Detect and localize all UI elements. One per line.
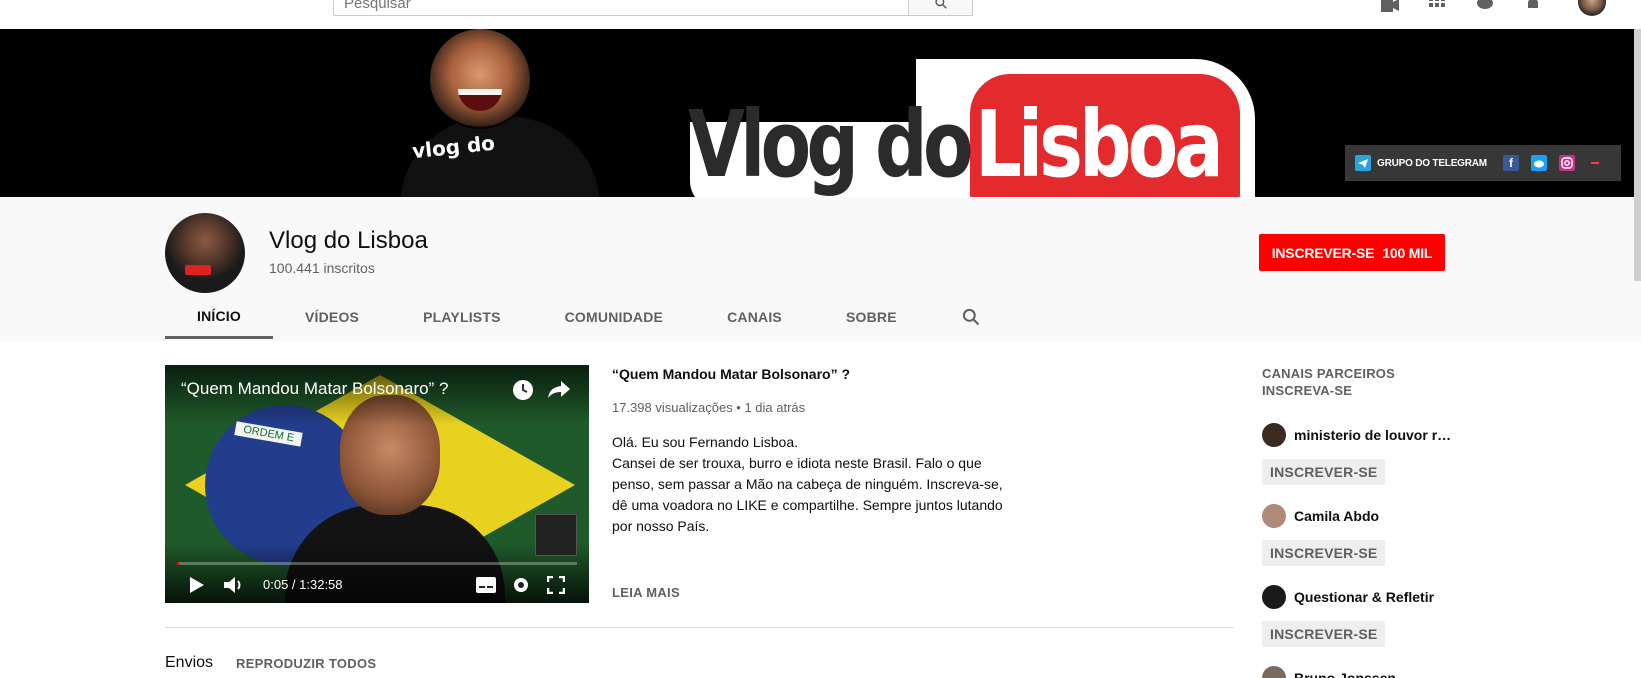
tab-playlists[interactable]: PLAYLISTS <box>391 295 533 339</box>
watch-later-clock-icon[interactable] <box>511 378 535 402</box>
partner-subscribe-button[interactable]: INSCREVER-SE <box>1262 621 1386 647</box>
featured-video-description: Olá. Eu sou Fernando Lisboa. Cansei de s… <box>612 432 1012 537</box>
notifications-bell-icon[interactable] <box>1524 0 1542 14</box>
partner-name[interactable]: Questionar & Refletir <box>1294 589 1434 605</box>
channel-header: Vlog do Lisboa 100.441 inscritos INSCREV… <box>0 197 1641 341</box>
description-line: por nosso País. <box>612 518 710 534</box>
featured-video-title[interactable]: “Quem Mandou Matar Bolsonaro” ? <box>612 366 850 382</box>
partner-channel: Bruno Jonssen <box>1262 666 1482 678</box>
settings-gear-icon[interactable] <box>510 575 532 595</box>
partner-channel: ministerio de louvor rai... INSCREVER-SE <box>1262 423 1482 485</box>
messages-icon[interactable] <box>1476 0 1494 14</box>
subscriber-count: 100.441 inscritos <box>269 260 375 276</box>
search-icon <box>934 0 947 9</box>
banner-logo-lisboa: Lisboa <box>975 91 1224 197</box>
subscribe-count: 100 MIL <box>1382 244 1433 261</box>
video-progress-bar[interactable] <box>177 562 577 565</box>
tab-videos[interactable]: VÍDEOS <box>273 295 391 339</box>
partner-name[interactable]: ministerio de louvor rai... <box>1294 427 1454 443</box>
description-line: Cansei de ser trouxa, burro e idiota nes… <box>612 455 982 471</box>
description-line: penso, sem passar a Mão na cabeça de nin… <box>612 476 1003 492</box>
banner-face-image <box>430 29 530 129</box>
channel-banner: vlog do Vlog do Lisboa GRUPO DO TELEGRAM… <box>0 29 1641 197</box>
banner-logo-vlog-do: Vlog do <box>688 91 974 197</box>
channel-tabs: INÍCIO VÍDEOS PLAYLISTS COMUNIDADE CANAI… <box>165 295 1013 339</box>
section-divider <box>165 627 1234 628</box>
partner-name[interactable]: Bruno Jonssen <box>1294 670 1396 678</box>
search-button[interactable] <box>908 0 973 16</box>
banner-links-bar: GRUPO DO TELEGRAM f <box>1345 145 1621 181</box>
partner-subscribe-button[interactable]: INSCREVER-SE <box>1262 459 1386 485</box>
apps-grid-icon[interactable] <box>1428 0 1446 14</box>
subscribe-label: INSCREVER-SE <box>1271 244 1375 261</box>
channel-name: Vlog do Lisboa <box>269 227 428 254</box>
search-input[interactable] <box>334 0 908 15</box>
featured-video-player[interactable]: ORDEM E “Quem Mandou Matar Bolsonaro” ? … <box>165 365 589 603</box>
description-line: Olá. Eu sou Fernando Lisboa. <box>612 434 799 450</box>
play-icon[interactable] <box>187 575 207 595</box>
channel-avatar[interactable] <box>165 213 245 293</box>
subscribe-button[interactable]: INSCREVER-SE 100 MIL <box>1259 234 1445 271</box>
search-icon <box>962 308 979 326</box>
partner-avatar[interactable] <box>1262 585 1286 609</box>
twitter-icon[interactable] <box>1530 155 1547 171</box>
page-scrollbar[interactable] <box>1634 29 1641 281</box>
featured-channels-heading: CANAIS PARCEIROS INSCREVA-SE <box>1262 366 1395 398</box>
share-arrow-icon[interactable] <box>547 378 571 402</box>
uploads-shelf-title[interactable]: Envios <box>165 654 213 672</box>
subtitles-icon[interactable] <box>475 575 497 595</box>
facebook-icon[interactable]: f <box>1502 155 1519 171</box>
channel-search-button[interactable] <box>929 295 1013 339</box>
partner-channel: Camila Abdo INSCREVER-SE <box>1262 504 1482 566</box>
telegram-icon[interactable] <box>1355 155 1371 171</box>
partner-channel: Questionar & Refletir INSCREVER-SE <box>1262 585 1482 647</box>
tab-comunidade[interactable]: COMUNIDADE <box>533 295 695 339</box>
top-bar <box>0 0 1641 29</box>
tab-inicio[interactable]: INÍCIO <box>165 295 273 339</box>
tab-sobre[interactable]: SOBRE <box>814 295 929 339</box>
read-more-link[interactable]: LEIA MAIS <box>612 585 680 600</box>
partner-avatar[interactable] <box>1262 504 1286 528</box>
more-links-icon[interactable] <box>1587 155 1603 171</box>
volume-icon[interactable] <box>223 575 245 595</box>
partner-name[interactable]: Camila Abdo <box>1294 508 1379 524</box>
telegram-link[interactable]: GRUPO DO TELEGRAM <box>1377 158 1487 169</box>
instagram-icon[interactable] <box>1558 155 1575 171</box>
video-time: 0:05 / 1:32:58 <box>263 577 343 592</box>
play-all-button[interactable]: REPRODUZIR TODOS <box>236 656 376 671</box>
partner-avatar[interactable] <box>1262 423 1286 447</box>
featured-video-meta: 17.398 visualizações • 1 dia atrás <box>612 400 806 415</box>
account-avatar[interactable] <box>1578 0 1606 16</box>
tab-canais[interactable]: CANAIS <box>695 295 814 339</box>
create-video-icon[interactable] <box>1381 0 1399 14</box>
description-line: dê uma voadora no LIKE e compartilhe. Se… <box>612 497 1003 513</box>
partner-subscribe-button[interactable]: INSCREVER-SE <box>1262 540 1386 566</box>
search-box[interactable] <box>333 0 909 16</box>
partner-avatar[interactable] <box>1262 666 1286 678</box>
video-player-title[interactable]: “Quem Mandou Matar Bolsonaro” ? <box>181 379 448 399</box>
channel-watermark[interactable] <box>535 514 577 556</box>
fullscreen-icon[interactable] <box>545 575 567 595</box>
